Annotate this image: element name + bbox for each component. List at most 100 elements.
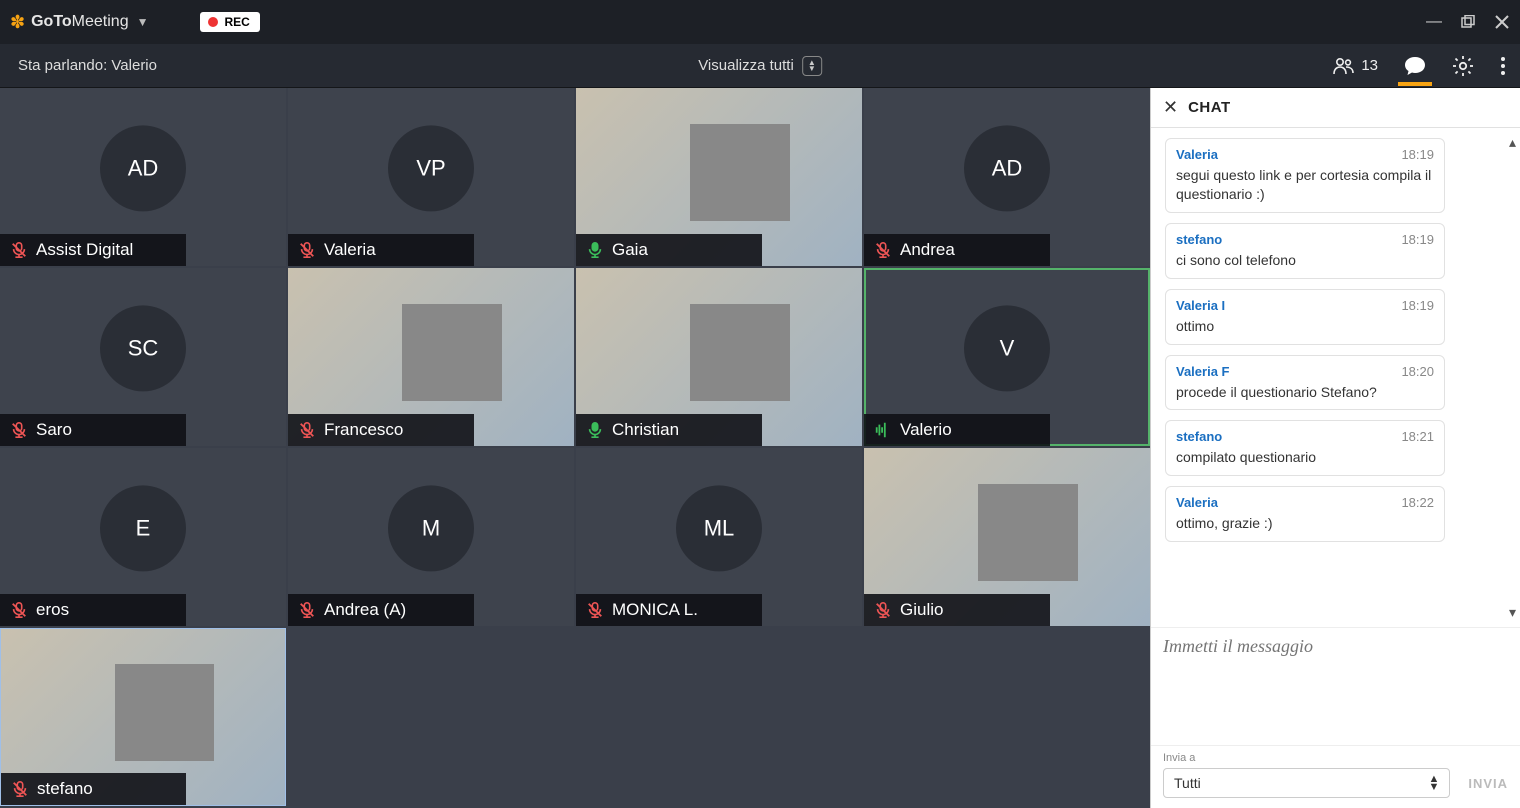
participant-count: 13 [1361, 57, 1378, 74]
participant-name: eros [36, 600, 69, 620]
participant-name: stefano [37, 779, 93, 799]
avatar-initials: E [100, 485, 186, 571]
participant-name: Valeria [324, 240, 376, 260]
participant-name-bar: Giulio [864, 594, 1050, 626]
chat-close-button[interactable]: ✕ [1163, 97, 1178, 118]
message-body: compilato questionario [1176, 448, 1434, 467]
participant-tile[interactable]: Christian [576, 268, 862, 446]
speaking-name: Valerio [111, 57, 157, 74]
participant-name-bar: MONICA L. [576, 594, 762, 626]
avatar-initials: ML [676, 485, 762, 571]
participant-name: Andrea [900, 240, 955, 260]
scroll-down-icon[interactable]: ▾ [1509, 604, 1516, 621]
participant-name-bar: Valerio [864, 414, 1050, 446]
chat-button[interactable] [1404, 56, 1426, 76]
participant-name: Assist Digital [36, 240, 133, 260]
participant-name-bar: Valeria [288, 234, 474, 266]
participant-tile[interactable]: AD Andrea [864, 88, 1150, 266]
select-arrows-icon: ▲▼ [1428, 775, 1439, 791]
chat-panel: ✕ CHAT ▴ ▾ Valeria18:19segui questo link… [1150, 88, 1520, 808]
brand-name: GoToMeeting [31, 13, 129, 31]
more-vertical-icon [1500, 56, 1506, 76]
participant-name: Francesco [324, 420, 403, 440]
meeting-toolbar: Sta parlando: Valerio Visualizza tutti ▲… [0, 44, 1520, 88]
view-switcher[interactable]: Visualizza tutti ▲▼ [698, 56, 822, 76]
participant-name-bar: Andrea (A) [288, 594, 474, 626]
participant-name-bar: eros [0, 594, 186, 626]
mic-icon [586, 601, 604, 619]
mic-icon [10, 421, 28, 439]
participant-tile[interactable]: Giulio [864, 448, 1150, 626]
participant-tile[interactable]: Francesco [288, 268, 574, 446]
chat-icon [1404, 56, 1426, 76]
avatar-initials: AD [964, 125, 1050, 211]
participant-name-bar: Gaia [576, 234, 762, 266]
more-button[interactable] [1500, 56, 1506, 76]
speaking-prefix: Sta parlando: [18, 57, 111, 74]
mic-icon [874, 241, 892, 259]
participant-tile[interactable]: stefano [0, 628, 286, 806]
chat-message: stefano18:21compilato questionario [1165, 420, 1445, 476]
participant-tile[interactable]: ML MONICA L. [576, 448, 862, 626]
message-time: 18:19 [1401, 298, 1434, 313]
participant-tile[interactable]: Eeros [0, 448, 286, 626]
mic-icon [10, 601, 28, 619]
brand-menu[interactable]: ✽ GoToMeeting ▼ [10, 12, 148, 33]
brand-name-bold: GoTo [31, 13, 72, 30]
participant-tile[interactable]: SC Saro [0, 268, 286, 446]
chat-messages[interactable]: ▴ ▾ Valeria18:19segui questo link e per … [1151, 128, 1520, 627]
message-sender: Valeria [1176, 495, 1218, 510]
avatar-initials: AD [100, 125, 186, 211]
participant-name: Giulio [900, 600, 943, 620]
participants-button[interactable]: 13 [1333, 57, 1378, 75]
people-icon [1333, 57, 1355, 75]
participant-name: Saro [36, 420, 72, 440]
minimize-button[interactable]: ― [1426, 14, 1442, 30]
avatar-initials: SC [100, 305, 186, 391]
mic-icon [874, 421, 892, 439]
message-sender: Valeria I [1176, 298, 1225, 313]
participant-name: MONICA L. [612, 600, 698, 620]
avatar-initials: M [388, 485, 474, 571]
send-to-value: Tutti [1174, 775, 1201, 791]
send-to-select[interactable]: Tutti ▲▼ [1163, 768, 1450, 798]
chat-message: Valeria18:19segui questo link e per cort… [1165, 138, 1445, 213]
avatar-initials: VP [388, 125, 474, 211]
mic-icon [586, 421, 604, 439]
maximize-button[interactable] [1460, 14, 1476, 30]
title-bar: ✽ GoToMeeting ▼ REC ― [0, 0, 1520, 44]
participant-name: Christian [612, 420, 679, 440]
gear-icon [1452, 55, 1474, 77]
participant-name-bar: Christian [576, 414, 762, 446]
participant-tile[interactable]: VValerio [864, 268, 1150, 446]
settings-button[interactable] [1452, 55, 1474, 77]
record-label: REC [224, 15, 249, 29]
participant-tile[interactable]: VP Valeria [288, 88, 574, 266]
message-body: procede il questionario Stefano? [1176, 383, 1434, 402]
main-area: ADAssist DigitalVPValeriaGaiaADAndreaSCS… [0, 88, 1520, 808]
participant-name-bar: Assist Digital [0, 234, 186, 266]
chat-message: Valeria F18:20procede il questionario St… [1165, 355, 1445, 411]
video-grid: ADAssist DigitalVPValeriaGaiaADAndreaSCS… [0, 88, 1150, 808]
participant-name-bar: stefano [1, 773, 186, 805]
maximize-icon [1461, 15, 1475, 29]
scroll-up-icon[interactable]: ▴ [1509, 134, 1516, 151]
participant-tile[interactable]: M Andrea (A) [288, 448, 574, 626]
participant-tile[interactable]: Gaia [576, 88, 862, 266]
up-down-arrows-icon: ▲▼ [802, 56, 822, 76]
mic-icon [586, 241, 604, 259]
now-speaking: Sta parlando: Valerio [18, 57, 157, 74]
mic-icon [11, 780, 29, 798]
mic-icon [874, 601, 892, 619]
record-button[interactable]: REC [200, 12, 259, 32]
close-button[interactable] [1494, 14, 1510, 30]
participant-name: Gaia [612, 240, 648, 260]
chat-input[interactable] [1163, 636, 1508, 736]
chat-message: Valeria I18:19ottimo [1165, 289, 1445, 345]
message-body: segui questo link e per cortesia compila… [1176, 166, 1434, 204]
send-button[interactable]: INVIA [1468, 776, 1508, 791]
participant-tile[interactable]: AD Assist Digital [0, 88, 286, 266]
message-time: 18:20 [1401, 364, 1434, 379]
mic-icon [298, 601, 316, 619]
message-time: 18:22 [1401, 495, 1434, 510]
